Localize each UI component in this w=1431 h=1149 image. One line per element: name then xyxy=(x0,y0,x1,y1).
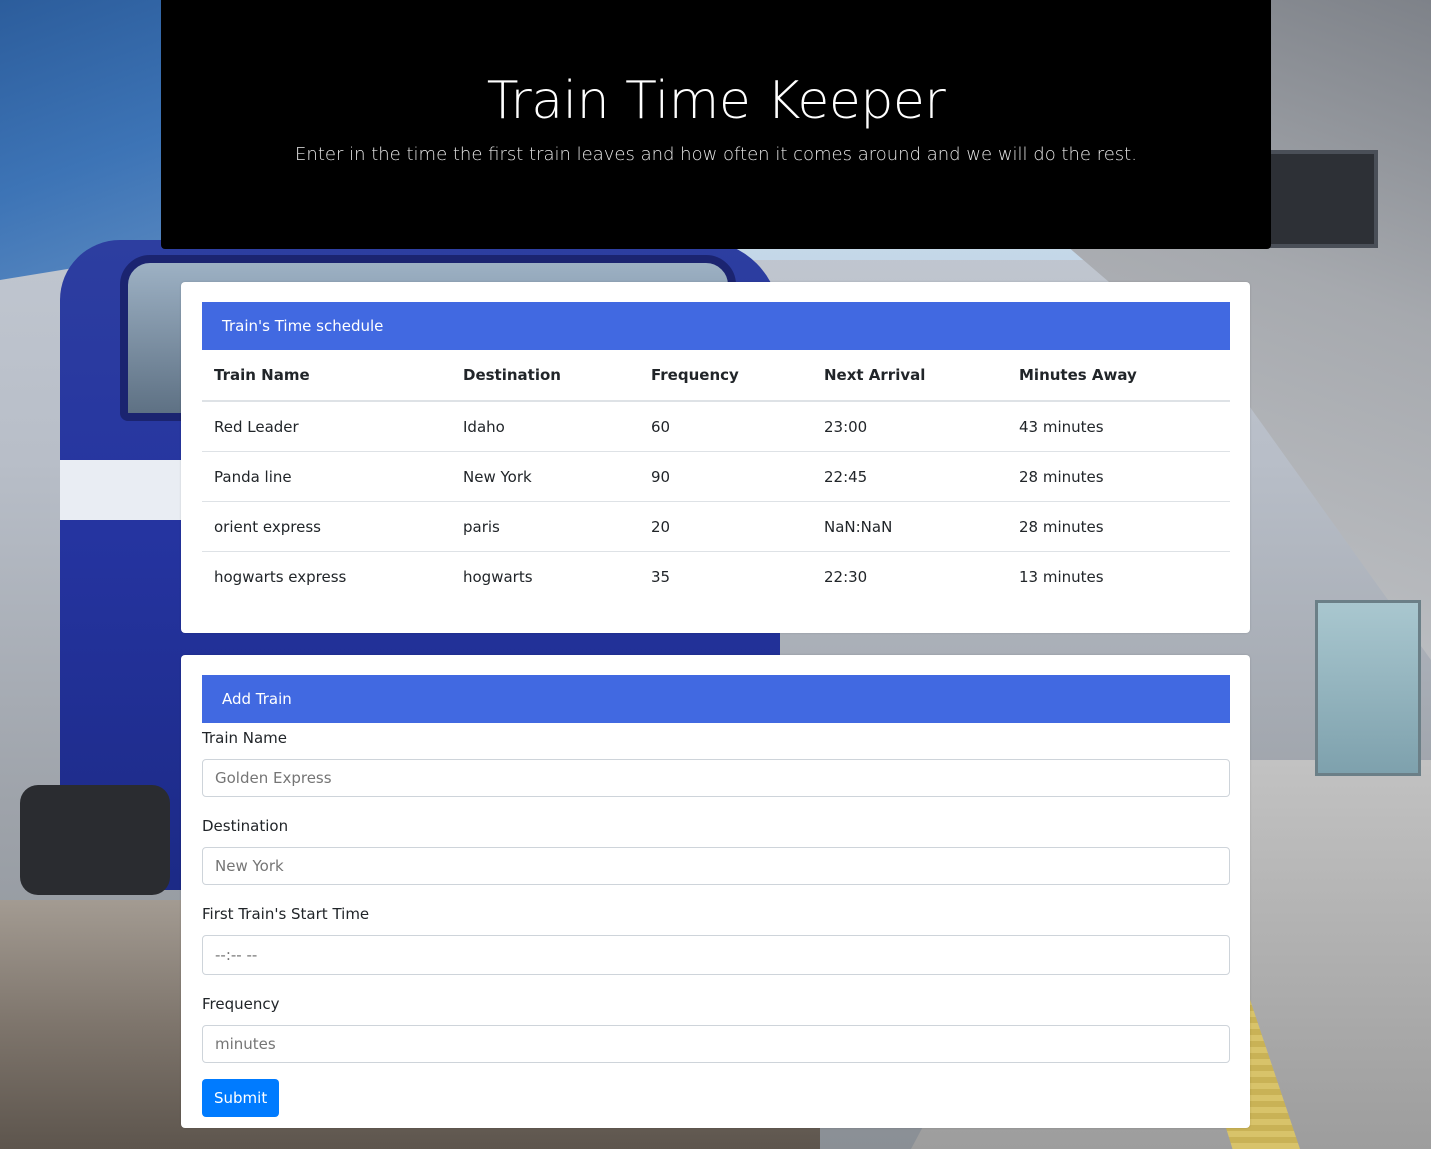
cell-next-arrival: 22:45 xyxy=(812,451,1007,502)
add-train-card-header: Add Train xyxy=(202,675,1230,723)
train-name-label: Train Name xyxy=(202,729,288,747)
table-row: orient express paris 20 NaN:NaN 28 minut… xyxy=(202,501,1230,552)
table-header-row: Train Name Destination Frequency Next Ar… xyxy=(202,350,1230,402)
table-row: Panda line New York 90 22:45 28 minutes xyxy=(202,451,1230,502)
frequency-label: Frequency xyxy=(202,995,280,1013)
table-row: Red Leader Idaho 60 23:00 43 minutes xyxy=(202,401,1230,452)
frequency-input[interactable] xyxy=(202,1025,1230,1063)
submit-button[interactable]: Submit xyxy=(202,1079,280,1117)
cell-frequency: 90 xyxy=(639,451,812,502)
column-header-minutes-away: Minutes Away xyxy=(1007,350,1230,402)
destination-input[interactable] xyxy=(202,847,1230,885)
cell-next-arrival: NaN:NaN xyxy=(812,501,1007,552)
cell-train-name: orient express xyxy=(202,501,451,552)
table-row: hogwarts express hogwarts 35 22:30 13 mi… xyxy=(202,551,1230,601)
cell-minutes-away: 13 minutes xyxy=(1007,551,1230,601)
column-header-frequency: Frequency xyxy=(639,350,812,402)
cell-frequency: 60 xyxy=(651,417,671,436)
cell-minutes-away: 43 minutes xyxy=(1019,417,1104,436)
cell-frequency: 20 xyxy=(639,501,812,552)
schedule-card: Train's Time schedule Train Name Destina… xyxy=(181,282,1250,633)
destination-label: Destination xyxy=(202,817,289,835)
cell-destination: hogwarts xyxy=(451,551,639,601)
cell-train-name: hogwarts express xyxy=(202,551,451,601)
schedule-table: Train Name Destination Frequency Next Ar… xyxy=(202,350,1230,601)
cell-train-name: Red Leader xyxy=(214,417,299,436)
add-train-card: Add Train Train Name Destination First T… xyxy=(181,655,1250,1128)
schedule-card-header: Train's Time schedule xyxy=(202,302,1230,350)
column-header-train-name: Train Name xyxy=(202,350,451,402)
start-time-input[interactable] xyxy=(202,935,1230,975)
start-time-label: First Train's Start Time xyxy=(202,905,370,923)
header-banner: Train Time Keeper Enter in the time the … xyxy=(161,0,1271,249)
cell-train-name: Panda line xyxy=(202,451,451,502)
cell-destination: New York xyxy=(451,451,639,502)
cell-minutes-away: 28 minutes xyxy=(1007,451,1230,502)
cell-next-arrival: 23:00 xyxy=(824,417,868,436)
cell-next-arrival: 22:30 xyxy=(812,551,1007,601)
column-header-next-arrival: Next Arrival xyxy=(812,350,1007,402)
add-train-form: Train Name Destination First Train's Sta… xyxy=(202,723,1230,1117)
cell-destination: Idaho xyxy=(463,417,505,436)
column-header-destination: Destination xyxy=(451,350,639,402)
cell-destination: paris xyxy=(451,501,639,552)
page-subtitle: Enter in the time the first train leaves… xyxy=(295,144,1137,165)
cell-minutes-away: 28 minutes xyxy=(1007,501,1230,552)
page-title: Train Time Keeper xyxy=(486,71,946,131)
cell-frequency: 35 xyxy=(639,551,812,601)
train-name-input[interactable] xyxy=(202,759,1230,797)
